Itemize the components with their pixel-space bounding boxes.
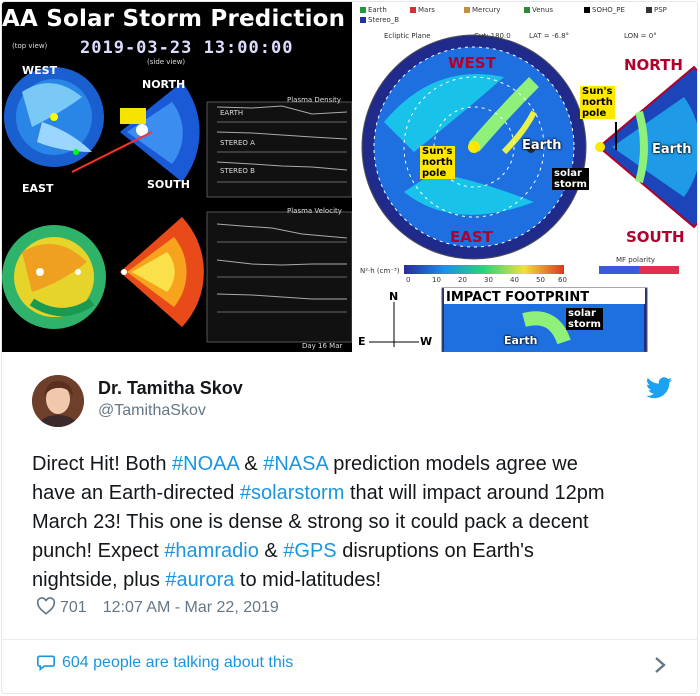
author-name[interactable]: Dr. Tamitha Skov: [98, 378, 243, 399]
legend-venus: Venus: [524, 6, 553, 14]
twitter-bird-icon[interactable]: [646, 377, 672, 399]
panel-footer: Day 16 Mar: [302, 342, 343, 350]
noaa-datetime: 2019-03-23 13:00:00: [80, 38, 294, 58]
lon-label: LON = 0°: [624, 32, 657, 40]
author-handle[interactable]: @TamithaSkov: [98, 402, 206, 420]
colorbar-tick-50: 50: [536, 276, 545, 284]
legend-soho: SOHO_PE: [584, 6, 625, 14]
tweet-text-segment: prediction models agree we: [327, 453, 578, 475]
nasa-enlil-image[interactable]: Earth Mars Mercury Venus SOHO_PE PSP Ste…: [354, 2, 697, 352]
enlil-legend: Earth Mars Mercury Venus SOHO_PE PSP Ste…: [354, 6, 697, 32]
tweet-meta: 701 12:07 AM - Mar 22, 2019: [36, 597, 279, 619]
enlil-earth-side-label: Earth: [652, 142, 692, 157]
tweet-text: Direct Hit! Both #NOAA & #NASA predictio…: [32, 450, 682, 595]
left-east-label: EAST: [22, 182, 54, 195]
colorbar-tick-20: 20: [458, 276, 467, 284]
tweet-text-segment: Direct Hit! Both: [32, 453, 173, 475]
panel-row-stereo-b: STEREO B: [220, 167, 255, 175]
legend-psp: PSP: [646, 6, 667, 14]
left-north-label: NORTH: [142, 78, 186, 91]
talking-link[interactable]: 604 people are talking about this: [36, 653, 293, 672]
colorbar-label: N²·h (cm⁻³): [360, 267, 400, 275]
noaa-prediction-image[interactable]: AA Solar Storm Prediction Mo 2019-03-23 …: [2, 2, 352, 352]
ecliptic-plane-label: Ecliptic Plane: [384, 32, 431, 40]
avatar[interactable]: [32, 375, 84, 427]
colorbar-tick-60: 60: [558, 276, 567, 284]
tweet-text-segment: &: [238, 453, 264, 475]
colorbar-tick-10: 10: [432, 276, 441, 284]
like-count[interactable]: 701: [60, 599, 87, 616]
hashtag-link[interactable]: #solarstorm: [240, 482, 344, 504]
hashtag-link[interactable]: #hamradio: [164, 540, 259, 562]
impact-footprint-title: IMPACT FOOTPRINT: [446, 290, 590, 305]
tweet-line: March 23! This one is dense & strong so …: [32, 508, 682, 537]
tweet-line: punch! Expect #hamradio & #GPS disruptio…: [32, 537, 682, 566]
legend-stereo-b: Stereo_B: [360, 16, 399, 24]
tweet-text-segment: disruptions on Earth's: [336, 540, 534, 562]
panel-row-earth: EARTH: [220, 109, 244, 117]
enlil-north-label: NORTH: [624, 56, 683, 74]
tweet-text-segment: March 23! This one is dense & strong so …: [32, 511, 589, 533]
hashtag-link[interactable]: #NASA: [263, 453, 327, 475]
tweet-timestamp[interactable]: 12:07 AM - Mar 22, 2019: [103, 599, 279, 616]
legend-mercury: Mercury: [464, 6, 500, 14]
legend-earth: Earth: [360, 6, 387, 14]
tweet-text-segment: &: [258, 540, 284, 562]
tweet-text-segment: punch! Expect: [32, 540, 165, 562]
colorbar-tick-40: 40: [510, 276, 519, 284]
tweet-media[interactable]: AA Solar Storm Prediction Mo 2019-03-23 …: [2, 2, 697, 352]
tweet-card[interactable]: AA Solar Storm Prediction Mo 2019-03-23 …: [1, 1, 698, 694]
side-view-label: (side view): [147, 58, 186, 66]
tweet-line: nightside, plus #aurora to mid-latitudes…: [32, 566, 682, 595]
tweet-line: have an Earth-directed #solarstorm that …: [32, 479, 682, 508]
noaa-title: AA Solar Storm Prediction Mo: [2, 6, 352, 32]
legend-mars: Mars: [410, 6, 435, 14]
footprint-earth-label: Earth: [504, 334, 538, 347]
enlil-earth-label: Earth: [522, 138, 562, 153]
plasma-velocity-title: Plasma Velocity: [287, 207, 342, 215]
top-view-label: (top view): [12, 42, 48, 50]
plasma-density-title: Plasma Density: [287, 96, 342, 104]
hashtag-link[interactable]: #NOAA: [172, 453, 239, 475]
sun-pole-label: Sun's north pole: [420, 146, 455, 179]
enlil-west-label: WEST: [448, 54, 496, 72]
mf-polarity-label: MF polarity: [616, 256, 655, 264]
tweet-text-segment: nightside, plus: [32, 569, 166, 591]
compass-n: N: [389, 290, 399, 303]
talking-text[interactable]: 604 people are talking about this: [62, 654, 293, 671]
sun-pole-side-label: Sun's north pole: [580, 86, 615, 119]
cut-label: Cut: 180.0: [474, 32, 511, 40]
compass-w: W: [420, 335, 433, 348]
tweet-text-segment: that will impact around 12pm: [344, 482, 605, 504]
footer-divider: [2, 639, 697, 640]
tweet-text-segment: to mid-latitudes!: [234, 569, 382, 591]
hashtag-link[interactable]: #GPS: [283, 540, 336, 562]
chevron-right-icon[interactable]: [652, 654, 668, 676]
tweet-text-segment: have an Earth-directed: [32, 482, 240, 504]
solar-storm-label: solar storm: [552, 168, 589, 190]
heart-icon[interactable]: [36, 597, 56, 615]
panel-row-stereo-a: STEREO A: [220, 139, 255, 147]
left-south-label: SOUTH: [147, 178, 190, 191]
compass-e: E: [358, 335, 366, 348]
left-west-label: WEST: [22, 64, 58, 77]
colorbar-tick-30: 30: [484, 276, 493, 284]
tweet-line: Direct Hit! Both #NOAA & #NASA predictio…: [32, 450, 682, 479]
lat-label: LAT = -6.8°: [529, 32, 570, 40]
avatar-portrait: [32, 375, 84, 427]
enlil-east-label: EAST: [450, 228, 493, 246]
colorbar-tick-0: 0: [406, 276, 411, 284]
footprint-storm-label: solar storm: [566, 308, 603, 330]
hashtag-link[interactable]: #aurora: [165, 569, 234, 591]
enlil-south-label: SOUTH: [626, 228, 685, 246]
chat-bubble-icon: [37, 655, 55, 671]
